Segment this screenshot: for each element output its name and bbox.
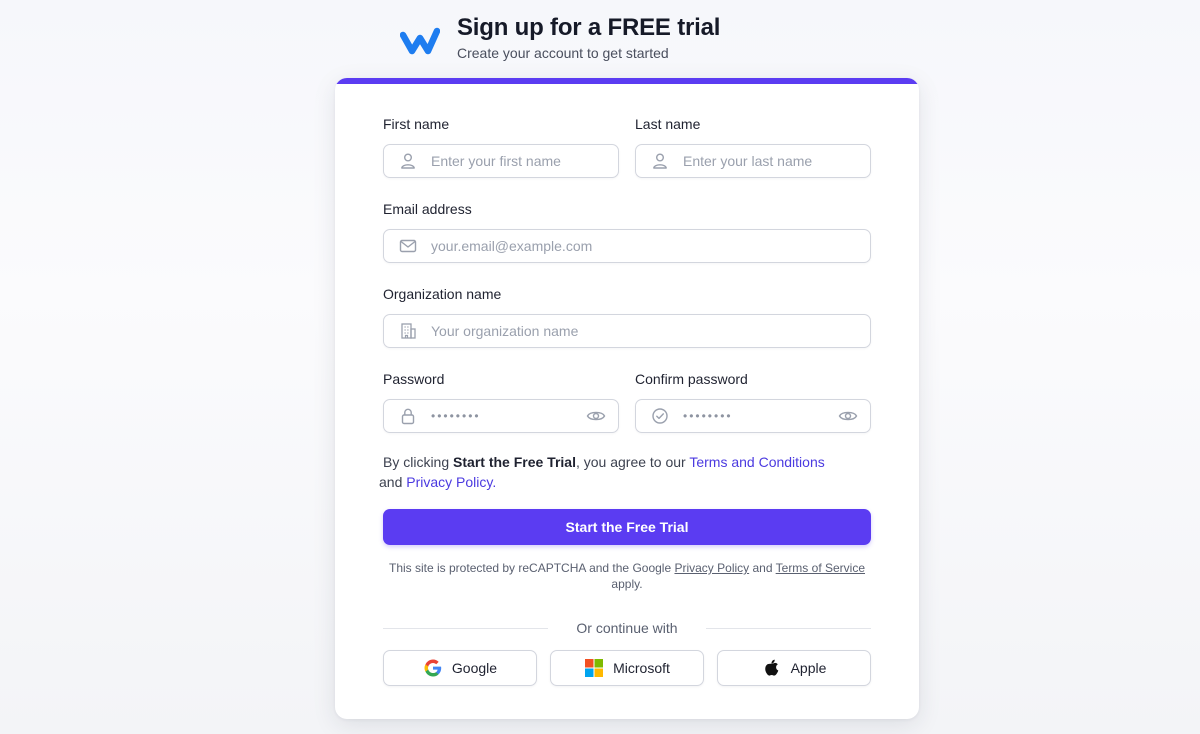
user-icon	[653, 153, 667, 169]
w-logo-icon	[400, 27, 440, 55]
apple-icon	[764, 659, 778, 676]
card-accent-bar	[335, 78, 919, 84]
google-terms-link[interactable]: Terms of Service	[776, 561, 865, 575]
organization-field[interactable]	[383, 314, 871, 348]
confirm-password-value[interactable]: ••••••••	[683, 409, 838, 423]
microsoft-button[interactable]: Microsoft	[550, 650, 704, 686]
apple-label: Apple	[790, 660, 827, 676]
building-icon	[401, 323, 416, 339]
first-name-field[interactable]	[383, 144, 619, 178]
google-label: Google	[451, 660, 498, 676]
consent-text: By clicking Start the Free Trial, you ag…	[379, 452, 873, 492]
confirm-password-label: Confirm password	[635, 371, 748, 387]
consent-cta-name: Start the Free Trial	[453, 454, 576, 470]
or-divider: Or continue with	[383, 620, 871, 636]
recaptcha-notice: This site is protected by reCAPTCHA and …	[383, 560, 871, 592]
first-name-input[interactable]	[431, 151, 618, 171]
microsoft-icon	[585, 659, 604, 677]
email-field[interactable]	[383, 229, 871, 263]
last-name-field[interactable]	[635, 144, 871, 178]
mail-icon	[399, 239, 417, 253]
email-label: Email address	[383, 201, 472, 217]
signup-card: First name Last name Email address Organ…	[335, 78, 919, 719]
google-icon	[424, 659, 442, 677]
lock-icon	[401, 408, 415, 425]
confirm-password-field[interactable]: ••••••••	[635, 399, 871, 433]
page-subtitle: Create your account to get started	[457, 45, 669, 61]
last-name-input[interactable]	[683, 151, 870, 171]
page-header: Sign up for a FREE trial Create your acc…	[400, 14, 720, 62]
email-input[interactable]	[431, 236, 870, 256]
consent-and: and	[379, 474, 407, 490]
google-button[interactable]: Google	[383, 650, 537, 686]
microsoft-label: Microsoft	[613, 660, 670, 676]
eye-icon[interactable]	[586, 407, 606, 425]
last-name-label: Last name	[635, 116, 701, 132]
eye-icon[interactable]	[838, 407, 858, 425]
apple-button[interactable]: Apple	[717, 650, 871, 686]
header-text: Sign up for a FREE trial Create your acc…	[457, 14, 720, 62]
password-value[interactable]: ••••••••	[431, 409, 586, 423]
user-icon	[401, 153, 415, 169]
consent-middle: , you agree to our	[575, 454, 690, 470]
check-circle-icon	[652, 408, 668, 424]
divider-line-right	[706, 628, 871, 629]
organization-label: Organization name	[383, 286, 502, 302]
consent-prefix: By clicking	[383, 454, 454, 470]
password-field[interactable]: ••••••••	[383, 399, 619, 433]
terms-link[interactable]: Terms and Conditions	[689, 454, 824, 470]
page-title: Sign up for a FREE trial	[457, 14, 721, 41]
recaptcha-prefix: This site is protected by reCAPTCHA and …	[389, 561, 675, 575]
start-trial-button[interactable]: Start the Free Trial	[383, 509, 871, 545]
organization-input[interactable]	[431, 321, 870, 341]
recaptcha-suffix: apply.	[611, 577, 643, 591]
first-name-label: First name	[383, 116, 450, 132]
recaptcha-and: and	[749, 561, 776, 575]
privacy-link[interactable]: Privacy Policy.	[406, 474, 496, 490]
password-label: Password	[383, 371, 445, 387]
google-privacy-link[interactable]: Privacy Policy	[674, 561, 749, 575]
